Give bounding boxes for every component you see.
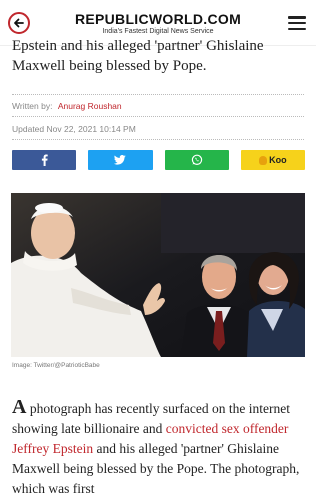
koo-share-button[interactable]: Koo xyxy=(240,150,305,170)
divider xyxy=(12,94,304,95)
written-by-label: Written by: xyxy=(12,101,53,111)
menu-bar xyxy=(288,21,306,25)
facebook-icon xyxy=(41,154,48,166)
whatsapp-share-button[interactable] xyxy=(164,150,229,170)
twitter-share-button[interactable] xyxy=(88,150,153,170)
drop-cap: A xyxy=(12,396,27,418)
twitter-icon xyxy=(114,155,127,165)
updated-timestamp: Updated Nov 22, 2021 10:14 PM xyxy=(12,124,136,134)
pope-blessing-photo xyxy=(11,193,305,357)
koo-label: Koo xyxy=(269,155,287,165)
brand-logo[interactable]: REPUBLICWORLD.COM xyxy=(0,11,316,27)
koo-bird-icon xyxy=(259,155,268,165)
image-caption: Image: Twitter/@PatrioticBabe xyxy=(12,362,100,369)
headline-line: Epstein and his alleged 'partner' Ghisla… xyxy=(12,38,264,54)
article-image[interactable] xyxy=(11,193,305,357)
article-body: A photograph has recently surfaced on th… xyxy=(12,397,308,499)
hamburger-menu-button[interactable] xyxy=(288,16,306,30)
divider xyxy=(12,139,304,140)
menu-bar xyxy=(288,27,306,30)
author-line: Written by: Anurag Roushan xyxy=(12,101,122,111)
facebook-share-button[interactable] xyxy=(12,150,77,170)
divider xyxy=(12,116,304,117)
share-bar: Koo xyxy=(12,150,305,170)
headline-line: Maxwell being blessed by Pope. xyxy=(12,58,207,74)
menu-bar xyxy=(288,16,306,19)
whatsapp-icon xyxy=(191,154,202,166)
brand-tagline: India's Fastest Digital News Service xyxy=(102,28,214,35)
brand[interactable]: REPUBLICWORLD.COM India's Fastest Digita… xyxy=(0,11,316,35)
author-link[interactable]: Anurag Roushan xyxy=(58,101,122,111)
article-headline: Epstein and his alleged 'partner' Ghisla… xyxy=(12,36,308,76)
